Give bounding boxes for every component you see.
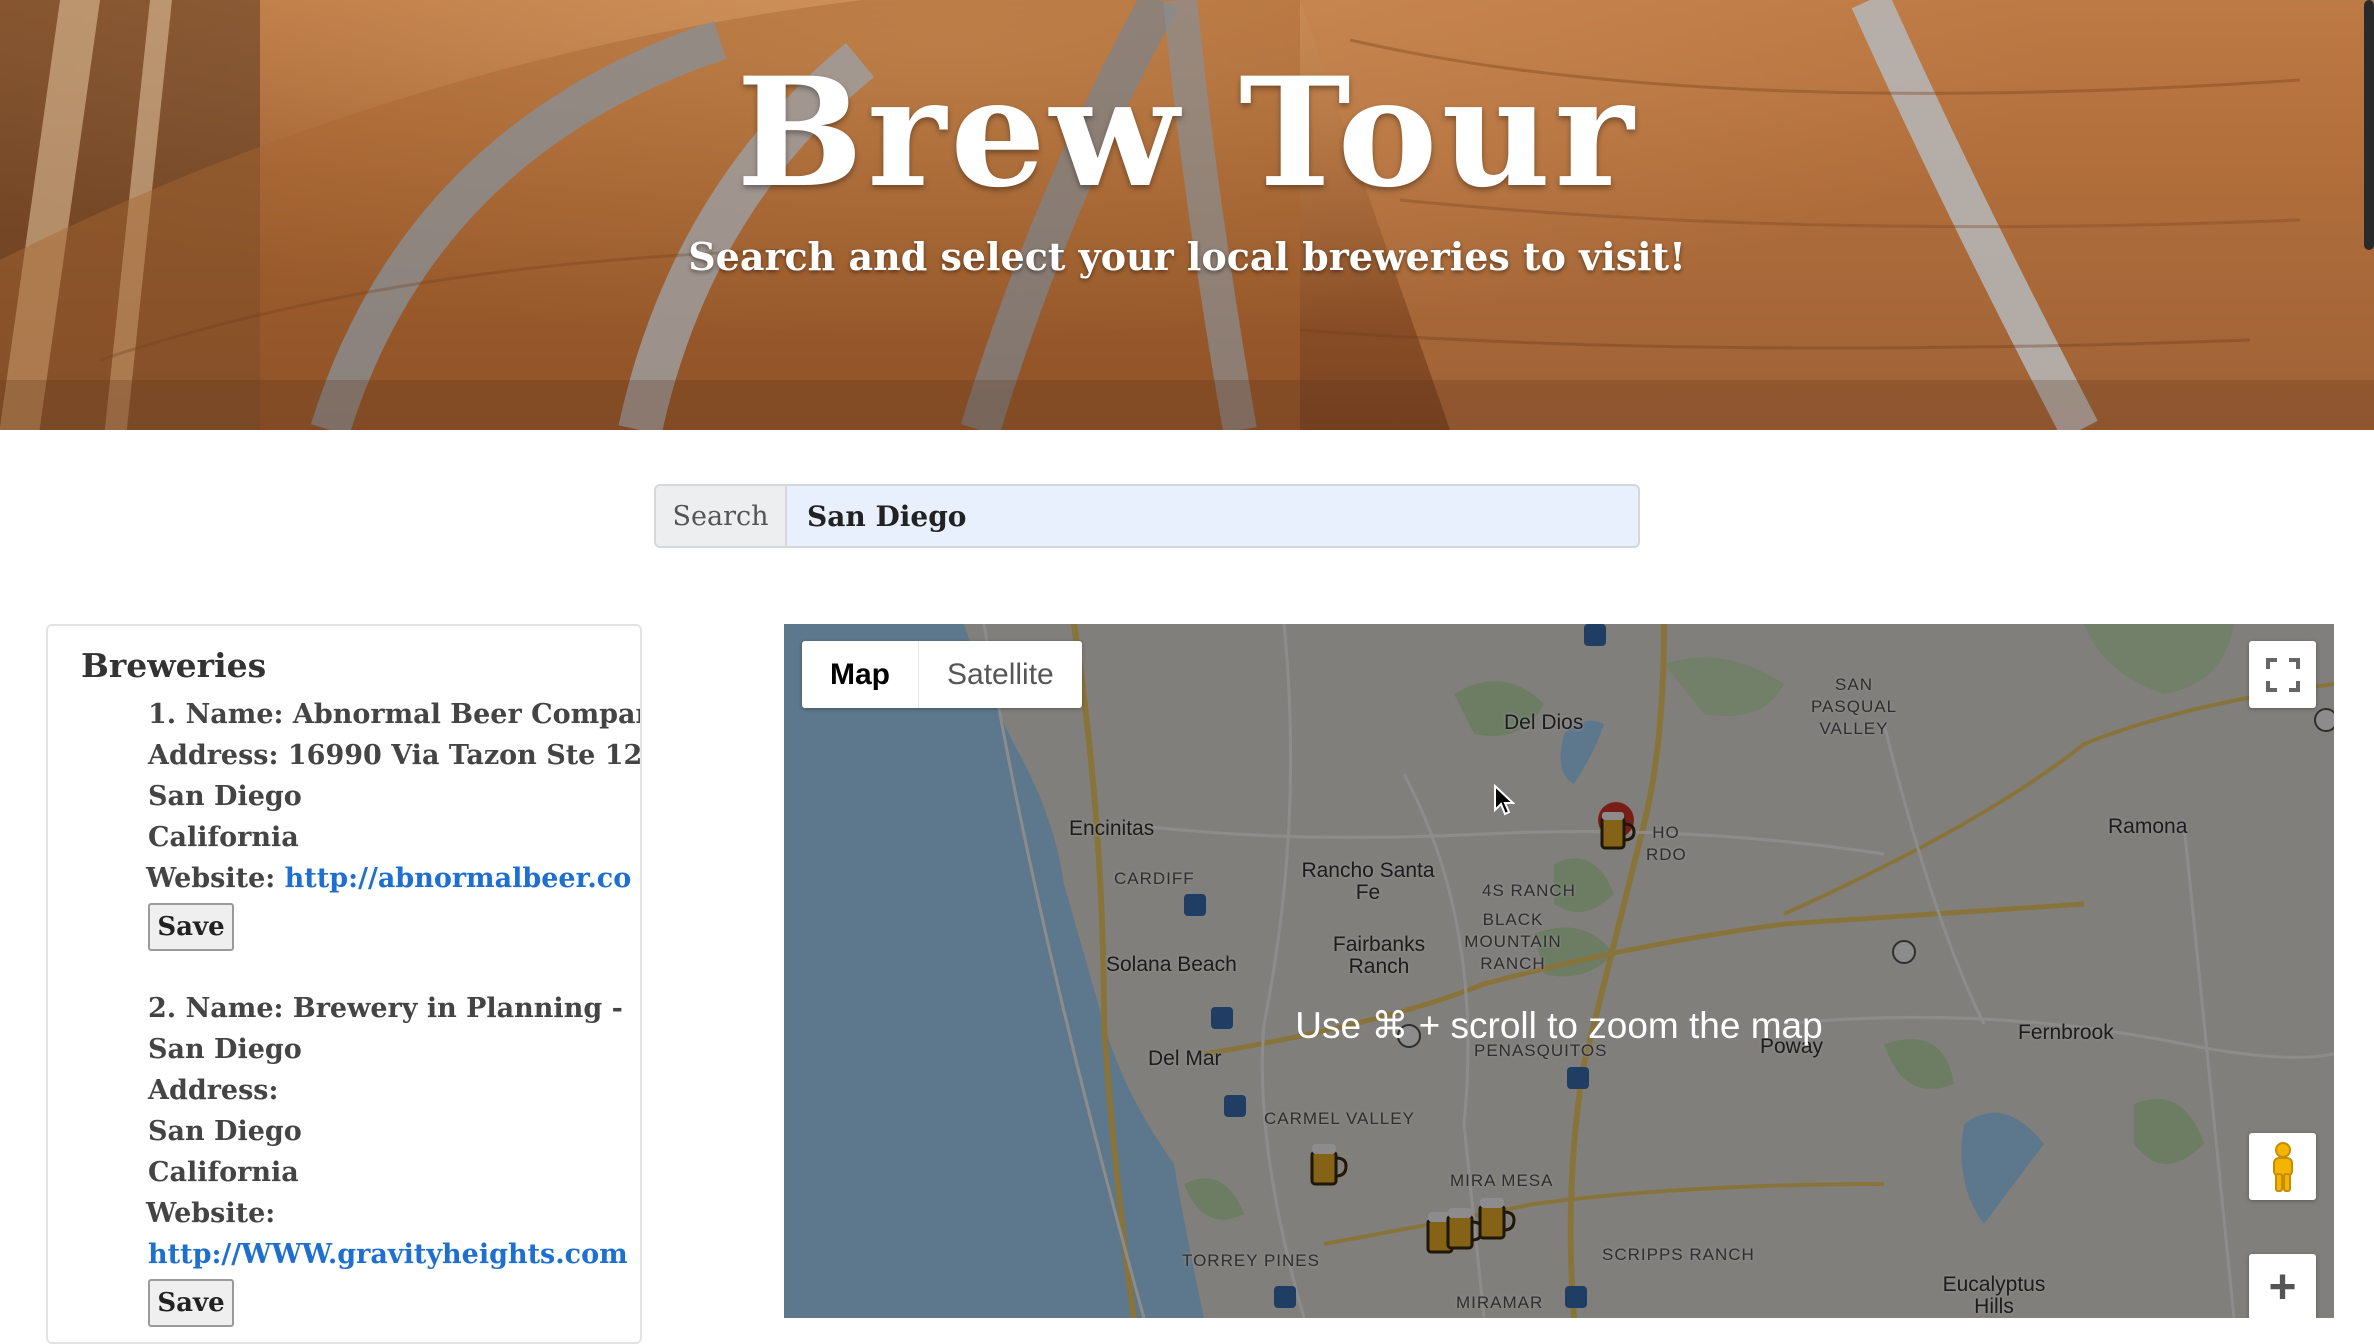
- brewery-state: California: [148, 1157, 299, 1188]
- brewery-website-link[interactable]: http://WWW.gravityheights.com: [148, 1239, 628, 1270]
- brewery-website-link[interactable]: http://abnormalbeer.co: [285, 863, 632, 894]
- brewery-name: 2. Name: Brewery in Planning - San Diego: [148, 993, 623, 1065]
- google-map[interactable]: Del Dios Encinitas CARDIFF Rancho Santa …: [784, 624, 2334, 1318]
- scroll-zoom-message: Use ⌘ + scroll to zoom the map: [1295, 1005, 1823, 1046]
- brewery-item: 2. Name: Brewery in Planning - San Diego…: [146, 988, 628, 1327]
- page-title: Brew Tour: [736, 45, 1638, 221]
- website-label: Website:: [146, 863, 276, 894]
- street-view-pegman-button[interactable]: [2249, 1133, 2316, 1200]
- brewery-city: San Diego: [148, 781, 302, 812]
- save-button[interactable]: Save: [148, 1279, 234, 1327]
- page-scrollbar[interactable]: [2364, 0, 2374, 250]
- zoom-in-button[interactable]: +: [2249, 1254, 2316, 1318]
- search-label: Search: [654, 484, 785, 548]
- website-label: Website:: [146, 1198, 276, 1229]
- save-button[interactable]: Save: [148, 903, 234, 951]
- map-type-map-button[interactable]: Map: [802, 641, 919, 708]
- page-subtitle: Search and select your local breweries t…: [688, 234, 1686, 279]
- search-bar: Search: [654, 484, 1640, 548]
- brewery-address: Address: 16990 Via Tazon Ste 123: [148, 740, 642, 771]
- breweries-heading: Breweries: [81, 646, 267, 685]
- map-type-control: Map Satellite: [802, 641, 1082, 708]
- brewery-city: San Diego: [148, 1116, 302, 1147]
- fullscreen-button[interactable]: [2249, 641, 2316, 708]
- brewery-state: California: [148, 822, 299, 853]
- map-type-satellite-button[interactable]: Satellite: [919, 641, 1082, 708]
- search-input[interactable]: [785, 484, 1640, 548]
- scroll-zoom-overlay: [784, 624, 2334, 1318]
- pegman-icon: [2272, 1141, 2293, 1192]
- brewery-name: 1. Name: Abnormal Beer Company: [148, 699, 642, 730]
- brewery-address: Address:: [148, 1075, 279, 1106]
- brewery-item: 1. Name: Abnormal Beer Company Address: …: [146, 694, 642, 951]
- hero-banner: Brew Tour Search and select your local b…: [0, 0, 2374, 430]
- breweries-panel: Breweries 1. Name: Abnormal Beer Company…: [46, 624, 642, 1344]
- fullscreen-icon: [2265, 657, 2300, 692]
- mouse-cursor-icon: [1494, 784, 1515, 816]
